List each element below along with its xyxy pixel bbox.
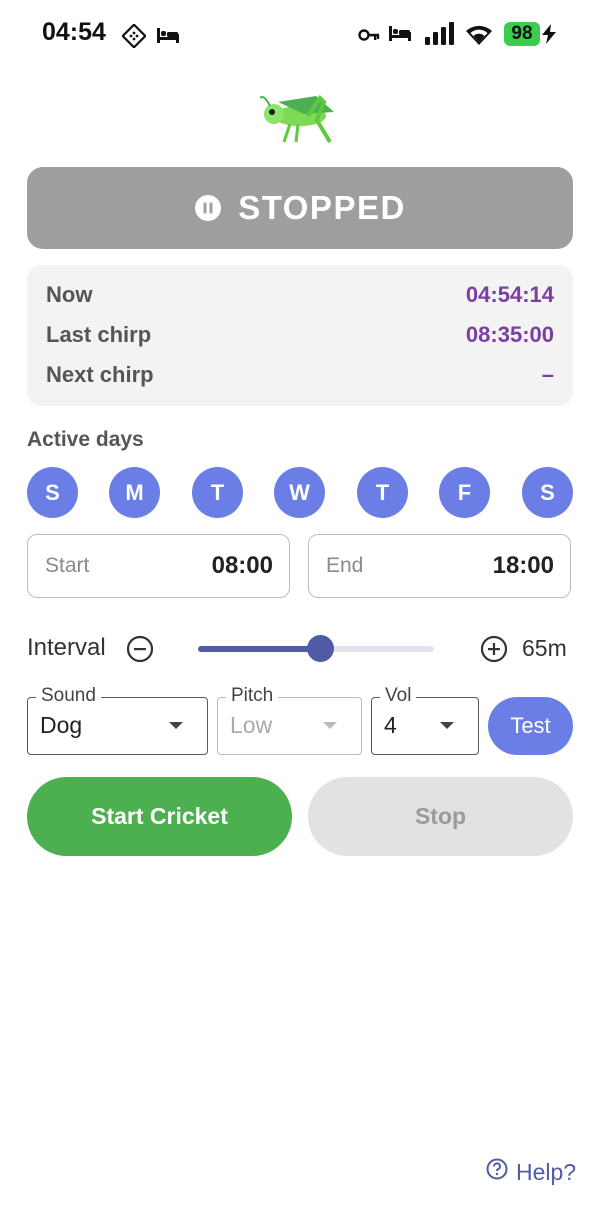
status-banner: STOPPED [27, 167, 573, 249]
end-time-field[interactable]: End 18:00 [308, 534, 571, 598]
active-days-label: Active days [27, 428, 144, 451]
key-icon [358, 26, 380, 44]
day-toggle-sunday[interactable]: S [27, 467, 78, 518]
info-row-next-chirp: Next chirp – [46, 360, 554, 390]
end-time-label: End [326, 554, 364, 577]
volume-label: Vol [380, 685, 417, 707]
bed-icon [156, 26, 180, 44]
chevron-down-icon [440, 722, 454, 729]
minus-circle-icon[interactable] [126, 635, 154, 663]
day-toggle-tuesday[interactable]: T [192, 467, 243, 518]
charging-bolt-icon [541, 24, 557, 44]
day-toggle-wednesday[interactable]: W [274, 467, 325, 518]
help-link[interactable]: Help? [486, 1158, 576, 1186]
pause-circle-icon [194, 194, 222, 222]
interval-label: Interval [27, 634, 106, 661]
question-circle-icon [486, 1158, 508, 1186]
bed-icon [388, 24, 412, 42]
day-toggle-saturday[interactable]: S [522, 467, 573, 518]
grasshopper-icon [259, 92, 340, 149]
day-toggle-thursday[interactable]: T [357, 467, 408, 518]
pitch-select[interactable]: Pitch Low [217, 685, 362, 755]
sound-value: Dog [40, 712, 83, 738]
info-row-last-chirp: Last chirp 08:35:00 [46, 320, 554, 350]
start-time-field[interactable]: Start 08:00 [27, 534, 290, 598]
battery-level: 98 [511, 23, 533, 44]
end-time-value: 18:00 [492, 552, 554, 579]
info-label: Last chirp [46, 322, 152, 347]
interval-slider-thumb[interactable] [307, 635, 335, 662]
start-time-label: Start [45, 554, 90, 577]
info-label: Now [46, 282, 93, 307]
info-card: Now 04:54:14 Last chirp 08:35:00 Next ch… [27, 265, 573, 406]
status-bar-time: 04:54 [42, 18, 106, 46]
interval-value: 65m [522, 635, 567, 661]
info-value: 08:35:00 [465, 322, 554, 347]
day-toggle-monday[interactable]: M [109, 467, 160, 518]
sound-select[interactable]: Sound Dog [27, 685, 208, 755]
volume-select[interactable]: Vol 4 [371, 685, 479, 755]
interval-slider-fill [198, 646, 321, 652]
diamond-grid-icon [122, 24, 146, 48]
info-label: Next chirp [46, 362, 154, 387]
day-toggle-friday[interactable]: F [439, 467, 490, 518]
chevron-down-icon [323, 722, 337, 729]
info-row-now: Now 04:54:14 [46, 280, 554, 310]
chevron-down-icon [169, 722, 183, 729]
start-cricket-button[interactable]: Start Cricket [27, 777, 292, 856]
info-value: – [541, 362, 554, 387]
wifi-icon [464, 22, 494, 46]
plus-circle-icon[interactable] [480, 635, 508, 663]
pitch-value: Low [230, 712, 273, 738]
sound-label: Sound [36, 685, 101, 707]
pitch-label: Pitch [226, 685, 279, 707]
help-label: Help? [516, 1158, 577, 1185]
info-value: 04:54:14 [465, 282, 554, 307]
status-label: STOPPED [238, 189, 406, 226]
volume-value: 4 [384, 712, 397, 738]
battery-indicator: 98 [504, 22, 540, 46]
test-sound-button[interactable]: Test [488, 697, 573, 755]
signal-icon [424, 22, 454, 46]
stop-button[interactable]: Stop [308, 777, 573, 856]
start-time-value: 08:00 [211, 552, 273, 579]
